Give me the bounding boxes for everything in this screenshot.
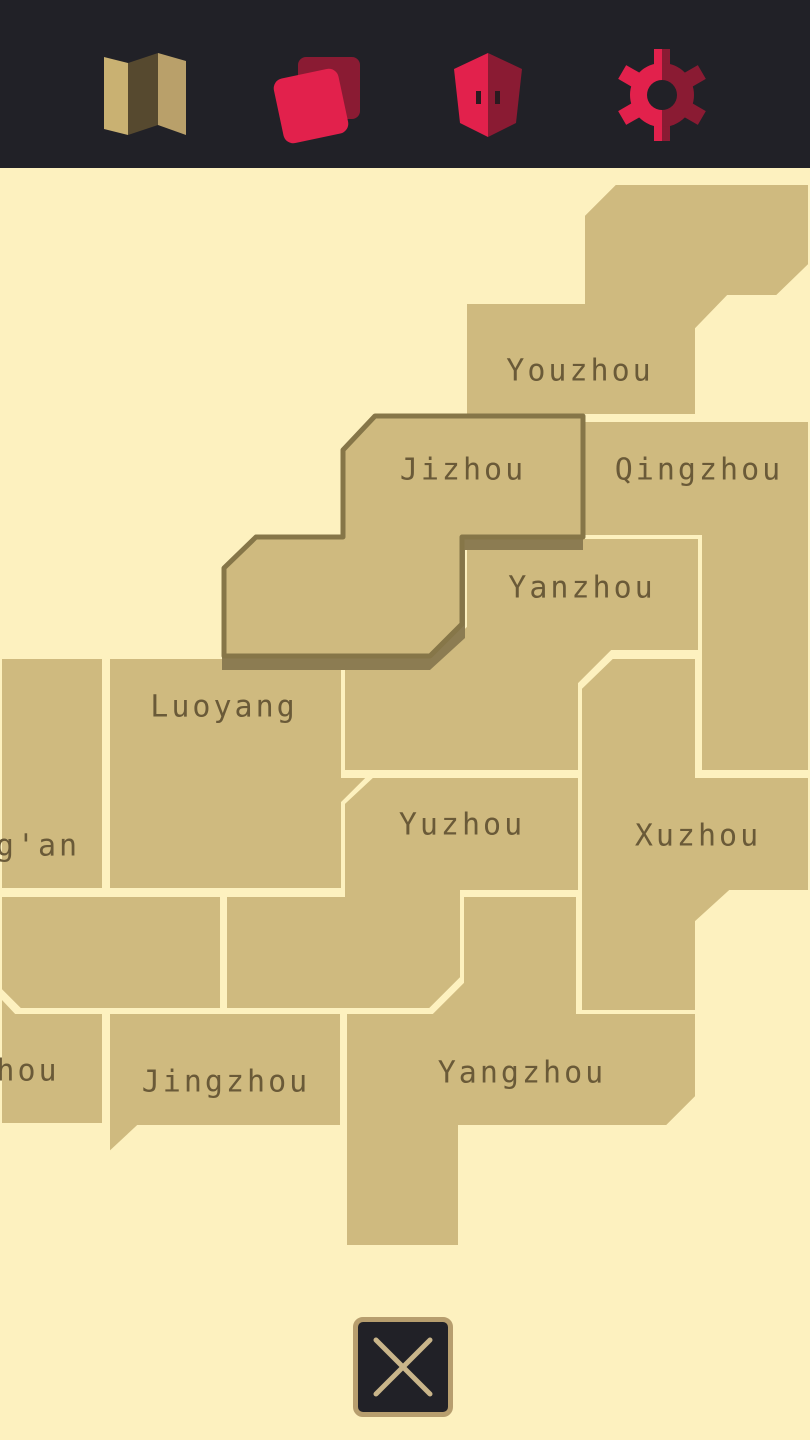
province-label-qingzhou: Qingzhou — [614, 452, 784, 488]
shield-icon — [454, 53, 522, 137]
province-label-luoyang: Luoyang — [150, 689, 298, 725]
province-west-strip[interactable] — [0, 893, 224, 1012]
cards-icon — [273, 57, 360, 144]
province-label-yangzhou: Yangzhou — [437, 1055, 607, 1091]
province-label-xuzhou: Xuzhou — [634, 818, 762, 854]
shield-button[interactable] — [438, 45, 538, 145]
province-label-yuzhou: Yuzhou — [398, 807, 526, 843]
close-icon — [373, 1337, 433, 1397]
map-area: Youzhou Jizhou Qingzhou Yanzhou Luoyang … — [0, 168, 810, 1440]
map-icon — [104, 53, 186, 135]
province-label-yanzhou: Yanzhou — [508, 570, 656, 606]
close-button[interactable] — [353, 1317, 453, 1417]
province-label-changan: g'an — [0, 828, 81, 864]
province-label-youzhou: Youzhou — [506, 353, 654, 389]
top-toolbar — [0, 0, 810, 168]
gear-icon — [618, 49, 706, 141]
cards-button[interactable] — [270, 45, 370, 145]
province-map — [0, 181, 810, 1249]
province-label-west-south: hou — [0, 1053, 60, 1089]
map-button[interactable] — [96, 45, 196, 145]
province-label-jizhou: Jizhou — [399, 452, 527, 488]
settings-button[interactable] — [612, 45, 712, 145]
province-label-jingzhou: Jingzhou — [141, 1064, 311, 1100]
